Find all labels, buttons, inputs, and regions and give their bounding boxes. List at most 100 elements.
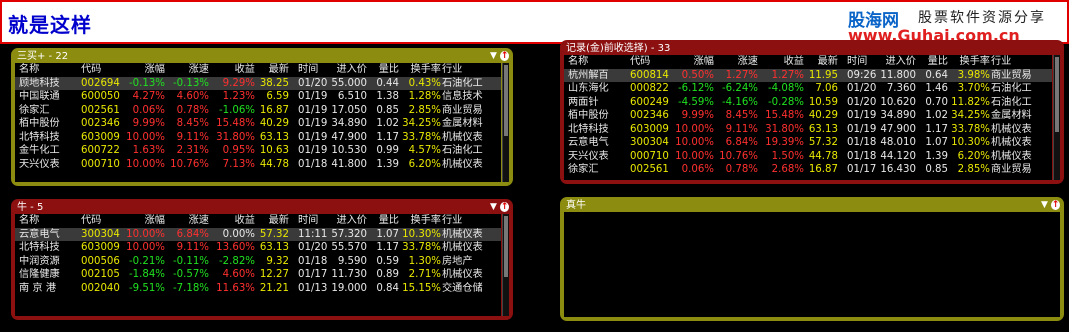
- page-title: 就是这样: [8, 13, 92, 37]
- column-header[interactable]: 量比: [371, 63, 399, 77]
- column-header[interactable]: 换手率: [401, 63, 441, 77]
- table-row[interactable]: 顾地科技 002694 -0.13% -0.13% 9.29% 38.25 01/20 55.…: [15, 76, 501, 90]
- column-header[interactable]: 代码: [81, 214, 125, 228]
- column-header[interactable]: 涨幅: [125, 63, 165, 77]
- cell-j: 57.320: [331, 228, 367, 240]
- column-header[interactable]: 涨速: [167, 63, 209, 77]
- vertical-scrollbar[interactable]: [502, 63, 509, 182]
- cell-s: 8.45%: [725, 110, 758, 121]
- table-row[interactable]: 天兴仪表 000710 10.00% 10.76% 1.50% 44.78 01/18 44.…: [564, 150, 1052, 164]
- column-header[interactable]: 进入价: [329, 214, 367, 228]
- cell-n: 两面针: [568, 96, 599, 108]
- arrow-up-icon[interactable]: ↑: [500, 202, 509, 212]
- vertical-scrollbar[interactable]: [1053, 55, 1060, 180]
- panel-niu[interactable]: 牛 - 5 ▼ ↑ 名称 代码 涨幅 涨速 收益 最新 时间 进入价 量比 换手率 行业 云意电气 30…: [11, 199, 513, 320]
- cell-h: 0.43%: [408, 77, 441, 89]
- column-header[interactable]: 涨幅: [674, 55, 714, 69]
- column-header[interactable]: 进入价: [329, 63, 367, 77]
- cell-t: 01/19: [847, 110, 877, 121]
- table-row[interactable]: 云意电气 300304 10.00% 6.84% 0.00% 57.32 11:11 57.3…: [15, 227, 501, 241]
- column-header[interactable]: 换手率: [401, 214, 441, 228]
- cell-b: 0.99: [376, 145, 399, 156]
- cell-j: 19.000: [331, 282, 367, 294]
- cell-l: 16.87: [259, 104, 289, 116]
- table-row[interactable]: 天兴仪表 000710 10.00% 10.76% 7.13% 44.78 01/18 41.…: [15, 158, 501, 172]
- column-header[interactable]: 代码: [630, 55, 674, 69]
- vertical-scrollbar[interactable]: [502, 214, 509, 316]
- cell-s: 2.31%: [176, 145, 209, 156]
- scrollbar-thumb[interactable]: [1055, 57, 1059, 132]
- column-header[interactable]: 行业: [442, 214, 498, 228]
- table-row[interactable]: 信隆健康 002105 -1.84% -0.57% 4.60% 12.27 01/17 11.…: [15, 268, 501, 282]
- cell-b: 0.64: [925, 69, 948, 81]
- table-row[interactable]: 栢中股份 002346 9.99% 8.45% 15.48% 40.29 01/19 34.8…: [15, 117, 501, 131]
- table-row[interactable]: 北特科技 603009 10.00% 9.11% 13.60% 63.13 01/20 55.…: [15, 241, 501, 255]
- column-header[interactable]: 量比: [371, 214, 399, 228]
- column-header[interactable]: 涨速: [716, 55, 758, 69]
- table-row[interactable]: 云意电气 300304 10.00% 6.84% 19.39% 57.32 01/18 48.…: [564, 136, 1052, 150]
- table-row[interactable]: 南 京 港 002040 -9.51% -7.18% 11.63% 21.21 01/13 1…: [15, 282, 501, 296]
- column-header[interactable]: 时间: [298, 214, 328, 228]
- cell-i: 机械仪表: [442, 131, 483, 143]
- column-header[interactable]: 进入价: [878, 55, 916, 69]
- table-row[interactable]: 北特科技 603009 10.00% 9.11% 31.80% 63.13 01/19 47.…: [564, 123, 1052, 137]
- cell-b: 1.02: [376, 118, 399, 129]
- cell-c: 603009: [630, 123, 669, 135]
- column-header[interactable]: 最新: [257, 214, 289, 228]
- table-row[interactable]: 两面针 600249 -4.59% -4.16% -0.28% 10.59 01/20 10.…: [564, 96, 1052, 110]
- column-header[interactable]: 行业: [442, 63, 498, 77]
- table-row[interactable]: 徐家汇 002561 0.06% 0.78% -1.06% 16.87 01/19 17.05…: [15, 104, 501, 118]
- cell-c: 600249: [630, 96, 669, 108]
- cell-z: 10.00%: [126, 228, 165, 240]
- column-header[interactable]: 名称: [568, 55, 626, 69]
- cell-i: 石油化工: [991, 96, 1032, 108]
- column-header[interactable]: 收益: [760, 55, 804, 69]
- scrollbar-thumb[interactable]: [504, 65, 508, 137]
- column-header[interactable]: 行业: [991, 55, 1047, 69]
- cell-y: 2.68%: [771, 164, 804, 175]
- column-header[interactable]: 收益: [211, 214, 255, 228]
- panel-sanmai[interactable]: 三买+ - 22 ▼ ↑ 名称 代码 涨幅 涨速 收益 最新 时间 进入价 量比 换手率 行业 顾地科…: [11, 48, 513, 186]
- column-header[interactable]: 量比: [920, 55, 948, 69]
- filter-icon[interactable]: ▼: [489, 202, 498, 212]
- filter-icon[interactable]: ▼: [1040, 200, 1049, 210]
- table-row[interactable]: 金牛化工 600722 1.63% 2.31% 0.95% 10.63 01/19 10.53…: [15, 144, 501, 158]
- table-row[interactable]: 徐家汇 002561 0.06% 0.78% 2.68% 16.87 01/17 16.430…: [564, 163, 1052, 177]
- scrollbar-thumb[interactable]: [504, 216, 508, 278]
- table-row[interactable]: 杭州解百 600814 0.50% 1.27% 1.27% 11.95 09:26 11.80…: [564, 68, 1052, 82]
- arrow-up-icon[interactable]: ↑: [500, 51, 509, 61]
- column-header[interactable]: 收益: [211, 63, 255, 77]
- column-header[interactable]: 代码: [81, 63, 125, 77]
- table-row[interactable]: 中国联通 600050 4.27% 4.60% 1.23% 6.59 01/19 6.510 1…: [15, 90, 501, 104]
- cell-j: 16.430: [880, 164, 916, 175]
- column-header[interactable]: 涨幅: [125, 214, 165, 228]
- cell-i: 机械仪表: [442, 228, 483, 240]
- arrow-up-icon[interactable]: ↑: [1051, 200, 1060, 210]
- column-header[interactable]: 名称: [19, 63, 77, 77]
- column-header[interactable]: 名称: [19, 214, 77, 228]
- cell-l: 57.32: [808, 137, 838, 148]
- cell-y: 11.63%: [216, 282, 255, 294]
- column-header[interactable]: 时间: [847, 55, 877, 69]
- table-row[interactable]: 山东海化 000822 -6.12% -6.24% -4.08% 7.06 01/20 7.3…: [564, 82, 1052, 96]
- cell-t: 01/18: [298, 158, 328, 170]
- cell-n: 云意电气: [19, 228, 60, 240]
- column-header[interactable]: 换手率: [950, 55, 990, 69]
- filter-icon[interactable]: ▼: [489, 51, 498, 61]
- table-row[interactable]: 栢中股份 002346 9.99% 8.45% 15.48% 40.29 01/19 34.8…: [564, 109, 1052, 123]
- cell-b: 0.44: [376, 77, 399, 89]
- cell-t: 01/18: [847, 150, 877, 162]
- column-header[interactable]: 最新: [257, 63, 289, 77]
- panel-zhenniu[interactable]: 真牛 ▼ ↑: [560, 197, 1064, 321]
- cell-h: 1.28%: [408, 91, 441, 102]
- column-header[interactable]: 涨速: [167, 214, 209, 228]
- cell-t: 01/19: [298, 104, 328, 116]
- column-header[interactable]: 时间: [298, 63, 328, 77]
- panel-record[interactable]: 记录(金)前收选择) - 33 名称 代码 涨幅 涨速 收益 最新 时间 进入价 量比 换手率 行业…: [560, 40, 1064, 184]
- cell-i: 商业贸易: [442, 104, 483, 116]
- table-row[interactable]: 中润资源 000506 -0.21% -0.11% -2.82% 9.32 01/18 9.5…: [15, 255, 501, 269]
- cell-l: 40.29: [259, 118, 289, 129]
- column-header[interactable]: 最新: [806, 55, 838, 69]
- table-row[interactable]: 北特科技 603009 10.00% 9.11% 31.80% 63.13 01/19 47.…: [15, 131, 501, 145]
- empty-list: [564, 212, 1060, 317]
